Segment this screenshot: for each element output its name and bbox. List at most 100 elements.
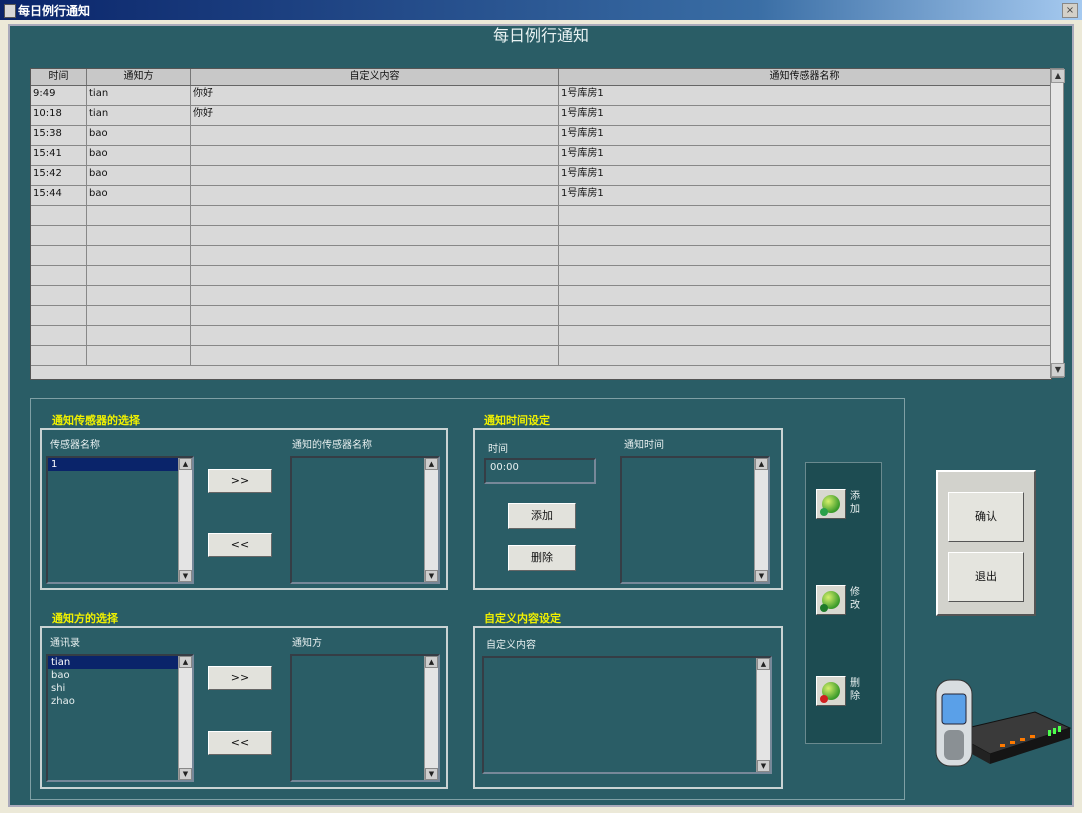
label-char: 添 — [850, 491, 860, 502]
cell-time — [31, 306, 87, 326]
table-row[interactable]: 15:42 bao 1号库房1 — [31, 166, 1051, 186]
cell-content — [191, 266, 559, 286]
label-char: 除 — [850, 691, 860, 702]
header-sensor[interactable]: 通知传感器名称 — [559, 69, 1051, 85]
cell-content — [191, 346, 559, 366]
add-party-button[interactable]: >> — [208, 666, 272, 690]
close-button[interactable]: × — [1062, 3, 1078, 18]
list-item[interactable]: 1 — [48, 458, 192, 471]
scrollbar[interactable]: ▲ ▼ — [178, 458, 192, 582]
scrollbar[interactable]: ▲ ▼ — [754, 458, 768, 582]
scroll-down-icon[interactable]: ▼ — [755, 570, 768, 582]
delete-time-button[interactable]: 删除 — [508, 545, 576, 571]
modify-action-button[interactable] — [816, 585, 846, 615]
content-label: 自定义内容 — [486, 640, 536, 651]
application-window: 每日例行通知 × 每日例行通知 时间 通知方 自定义内容 通知传感器名称 9:4… — [0, 0, 1082, 813]
scroll-up-icon[interactable]: ▲ — [179, 656, 192, 668]
scroll-up-icon[interactable]: ▲ — [179, 458, 192, 470]
table-row[interactable]: 9:49 tian 你好 1号库房1 — [31, 86, 1051, 106]
cell-time: 10:18 — [31, 106, 87, 126]
title-bar[interactable]: 每日例行通知 × — [0, 0, 1082, 20]
add-sensor-button[interactable]: >> — [208, 469, 272, 493]
scroll-down-icon[interactable]: ▼ — [757, 760, 770, 772]
list-item[interactable]: tian — [48, 656, 192, 669]
table-row[interactable] — [31, 326, 1051, 346]
scroll-up-icon[interactable]: ▲ — [425, 458, 438, 470]
scrollbar[interactable]: ▲ ▼ — [424, 656, 438, 780]
cell-time — [31, 226, 87, 246]
cell-sensor — [559, 346, 1051, 366]
cell-time — [31, 346, 87, 366]
modify-action-label: 修 改 — [850, 586, 862, 612]
scroll-up-icon[interactable]: ▲ — [1051, 69, 1065, 83]
cell-time: 9:49 — [31, 86, 87, 106]
table-row[interactable]: 15:41 bao 1号库房1 — [31, 146, 1051, 166]
table-row[interactable] — [31, 306, 1051, 326]
dialog-button-group: 确认 退出 — [936, 470, 1036, 616]
sensor-listbox[interactable]: 1 ▲ ▼ — [46, 456, 194, 584]
scroll-up-icon[interactable]: ▲ — [425, 656, 438, 668]
cell-sensor: 1号库房1 — [559, 126, 1051, 146]
add-action-button[interactable] — [816, 489, 846, 519]
scroll-down-icon[interactable]: ▼ — [179, 570, 192, 582]
content-textarea[interactable]: ▲ ▼ — [482, 656, 772, 774]
cell-party — [87, 306, 191, 326]
list-item[interactable]: shi — [48, 682, 192, 695]
cell-content: 你好 — [191, 86, 559, 106]
label-char: 修 — [850, 587, 860, 598]
header-party[interactable]: 通知方 — [87, 69, 191, 85]
party-listbox[interactable]: ▲ ▼ — [290, 654, 440, 782]
list-item[interactable]: zhao — [48, 695, 192, 708]
cell-time: 15:42 — [31, 166, 87, 186]
table-row[interactable] — [31, 286, 1051, 306]
scroll-up-icon[interactable]: ▲ — [755, 458, 768, 470]
scroll-down-icon[interactable]: ▼ — [179, 768, 192, 780]
scrollbar[interactable]: ▲ ▼ — [756, 658, 770, 772]
cell-party — [87, 326, 191, 346]
cell-sensor — [559, 306, 1051, 326]
cell-sensor — [559, 226, 1051, 246]
remove-sensor-button[interactable]: << — [208, 533, 272, 557]
scroll-down-icon[interactable]: ▼ — [1051, 363, 1065, 377]
table-row[interactable] — [31, 226, 1051, 246]
table-row[interactable] — [31, 246, 1051, 266]
cell-content — [191, 246, 559, 266]
scroll-up-icon[interactable]: ▲ — [757, 658, 770, 670]
address-book-label: 通讯录 — [50, 638, 80, 649]
exit-button[interactable]: 退出 — [948, 552, 1024, 602]
cell-sensor: 1号库房1 — [559, 166, 1051, 186]
table-row[interactable] — [31, 266, 1051, 286]
notified-sensor-listbox[interactable]: ▲ ▼ — [290, 456, 440, 584]
table-row[interactable] — [31, 346, 1051, 366]
time-label: 时间 — [488, 444, 508, 455]
table-row[interactable]: 15:38 bao 1号库房1 — [31, 126, 1051, 146]
cell-party: bao — [87, 166, 191, 186]
table-row[interactable]: 10:18 tian 你好 1号库房1 — [31, 106, 1051, 126]
remove-party-button[interactable]: << — [208, 731, 272, 755]
cell-content — [191, 286, 559, 306]
scrollbar[interactable]: ▲ ▼ — [178, 656, 192, 780]
cell-time — [31, 326, 87, 346]
scroll-down-icon[interactable]: ▼ — [425, 570, 438, 582]
address-book-listbox[interactable]: tian bao shi zhao ▲ ▼ — [46, 654, 194, 782]
cell-party: bao — [87, 186, 191, 206]
cell-sensor: 1号库房1 — [559, 86, 1051, 106]
header-content[interactable]: 自定义内容 — [191, 69, 559, 85]
table-row[interactable]: 15:44 bao 1号库房1 — [31, 186, 1051, 206]
scrollbar[interactable]: ▲ ▼ — [424, 458, 438, 582]
add-action-label: 添 加 — [850, 490, 862, 516]
table-row[interactable] — [31, 206, 1051, 226]
header-time[interactable]: 时间 — [31, 69, 87, 85]
delete-action-button[interactable] — [816, 676, 846, 706]
mobile-phone-icon — [935, 679, 973, 767]
add-time-button[interactable]: 添加 — [508, 503, 576, 529]
list-item[interactable]: bao — [48, 669, 192, 682]
table-scrollbar[interactable]: ▲ ▼ — [1050, 68, 1065, 378]
time-input[interactable]: 00:00 — [484, 458, 596, 484]
scroll-down-icon[interactable]: ▼ — [425, 768, 438, 780]
confirm-button[interactable]: 确认 — [948, 492, 1024, 542]
cell-time: 15:44 — [31, 186, 87, 206]
notify-time-listbox[interactable]: ▲ ▼ — [620, 456, 770, 584]
delete-action-label: 删 除 — [850, 677, 862, 703]
cell-time — [31, 266, 87, 286]
